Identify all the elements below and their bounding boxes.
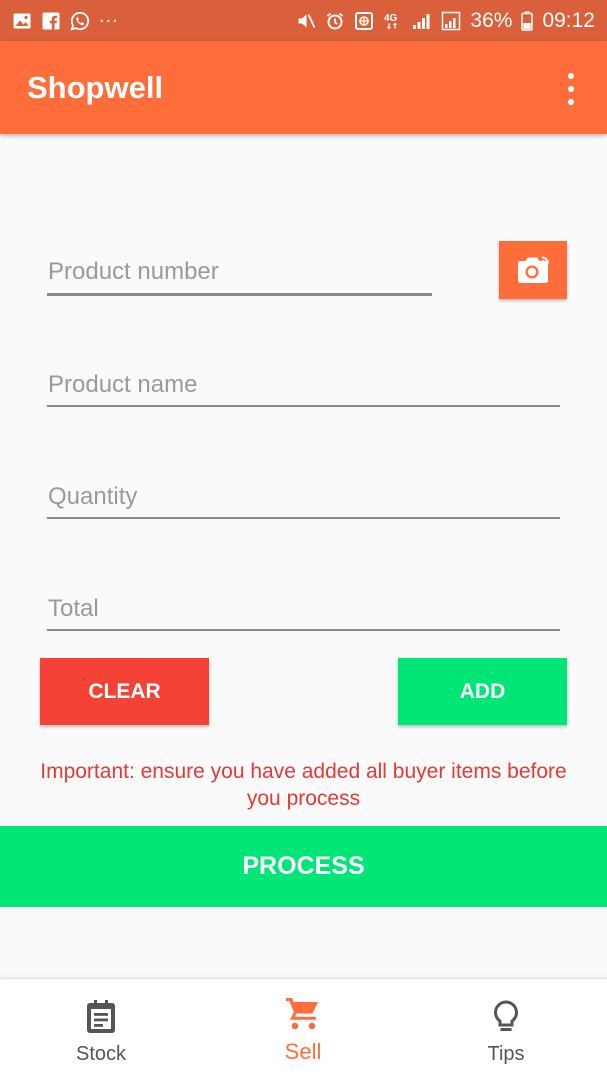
nav-label-stock: Stock bbox=[75, 1043, 127, 1065]
total-field[interactable]: Total bbox=[47, 590, 560, 631]
app-bar: Shopwell bbox=[0, 41, 607, 134]
alarm-icon bbox=[325, 11, 345, 31]
clock: 09:12 bbox=[542, 8, 595, 32]
nav-label-sell: Sell bbox=[284, 1039, 322, 1064]
more-notifications: ... bbox=[99, 5, 119, 27]
status-bar-left: ... bbox=[12, 5, 119, 31]
status-bar-right: 4G 36% 09:12 bbox=[296, 9, 595, 33]
clipboard-icon bbox=[84, 999, 118, 1040]
facebook-icon bbox=[41, 11, 61, 31]
product-name-field[interactable]: Product name bbox=[47, 366, 560, 407]
cart-icon bbox=[284, 995, 322, 1036]
product-number-field[interactable]: Product number bbox=[47, 252, 432, 296]
signal-icon-2 bbox=[441, 11, 461, 31]
clear-button[interactable]: CLEAR bbox=[40, 658, 209, 725]
camera-icon bbox=[515, 254, 551, 286]
total-placeholder: Total bbox=[48, 595, 99, 622]
data-saver-icon bbox=[354, 11, 374, 31]
app-title: Shopwell bbox=[27, 69, 164, 105]
svg-text:4G: 4G bbox=[384, 13, 398, 24]
signal-icon bbox=[412, 11, 432, 31]
mute-icon bbox=[296, 11, 316, 31]
image-icon bbox=[12, 11, 32, 31]
overflow-menu-icon[interactable] bbox=[559, 73, 583, 105]
whatsapp-icon bbox=[70, 11, 90, 31]
product-number-underline bbox=[47, 293, 432, 296]
add-button[interactable]: ADD bbox=[398, 658, 567, 725]
quantity-field[interactable]: Quantity bbox=[47, 478, 560, 519]
nav-item-tips[interactable]: Tips bbox=[426, 979, 586, 1080]
nav-item-sell[interactable]: Sell bbox=[223, 979, 383, 1080]
bottom-navigation: Stock Sell Tips bbox=[0, 978, 607, 1080]
product-number-placeholder: Product number bbox=[48, 258, 219, 285]
product-name-underline bbox=[47, 405, 560, 407]
scan-camera-button[interactable] bbox=[499, 241, 567, 299]
process-warning-text: Important: ensure you have added all buy… bbox=[40, 760, 567, 810]
battery-icon bbox=[521, 11, 534, 31]
status-bar: ... 4G 36% 09:12 bbox=[0, 0, 607, 41]
process-button[interactable]: PROCESS bbox=[0, 826, 607, 907]
network-type-icon: 4G bbox=[383, 11, 403, 31]
nav-item-stock[interactable]: Stock bbox=[21, 979, 181, 1080]
lightbulb-icon bbox=[491, 999, 521, 1040]
product-name-placeholder: Product name bbox=[48, 371, 198, 398]
nav-label-tips: Tips bbox=[487, 1043, 525, 1065]
quantity-placeholder: Quantity bbox=[48, 483, 138, 510]
quantity-underline bbox=[47, 517, 560, 519]
total-underline bbox=[47, 629, 560, 631]
battery-percent: 36% bbox=[470, 8, 513, 32]
